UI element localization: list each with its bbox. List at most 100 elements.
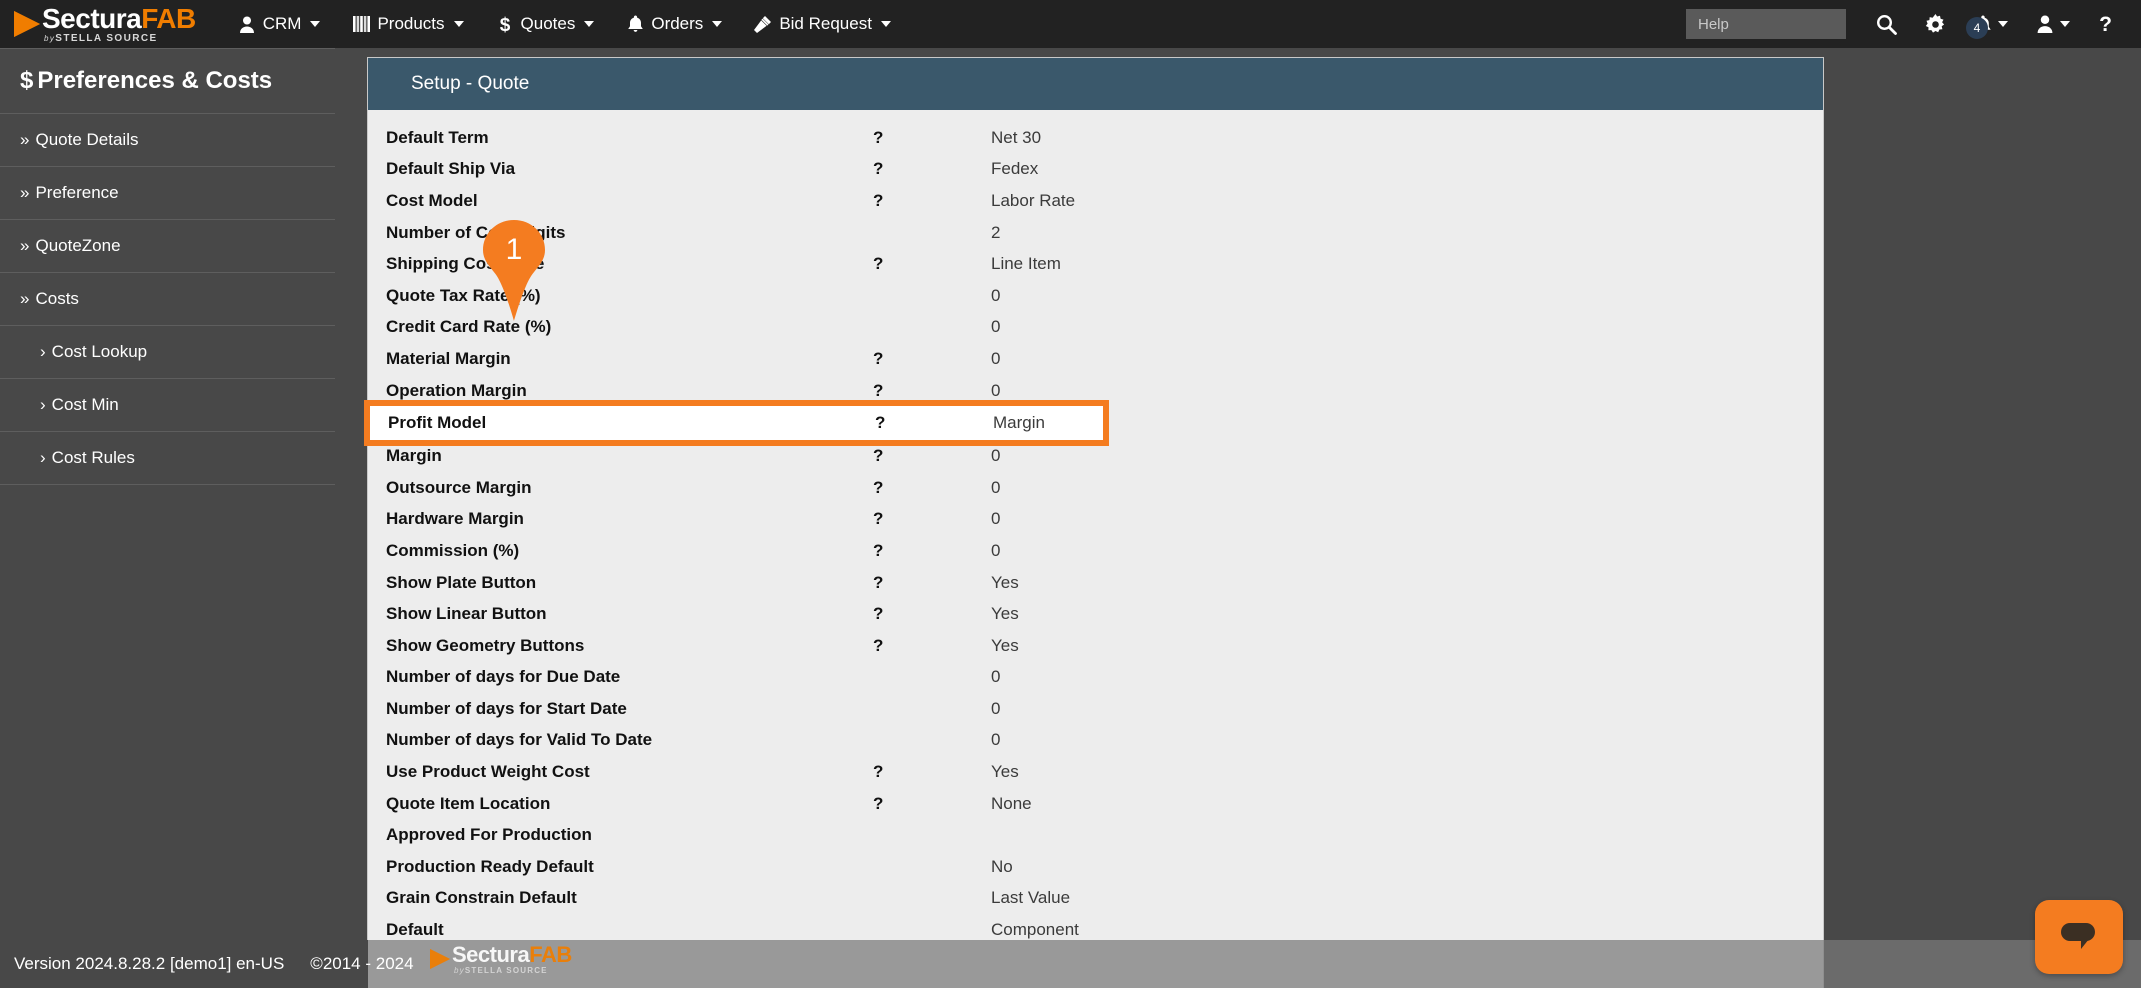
help-question-icon[interactable]: ? [873, 128, 991, 148]
settings-row[interactable]: Show Linear Button?Yes [368, 598, 1823, 630]
help-question-icon[interactable]: ? [873, 446, 991, 466]
settings-row[interactable]: Commission (%)?0 [368, 535, 1823, 567]
settings-row[interactable]: Show Plate Button?Yes [368, 567, 1823, 599]
setting-value: 0 [991, 478, 1000, 498]
settings-row[interactable]: Show Geometry Buttons?Yes [368, 630, 1823, 662]
setting-label: Production Ready Default [368, 857, 873, 877]
settings-row[interactable]: Default Ship Via?Fedex [368, 154, 1823, 186]
settings-row[interactable]: Number of days for Due Date0 [368, 662, 1823, 694]
settings-row[interactable]: Approved For Production [368, 819, 1823, 851]
setting-label: Show Linear Button [368, 604, 873, 624]
settings-row[interactable]: Quote Item Location?None [368, 788, 1823, 820]
settings-row[interactable]: Production Ready DefaultNo [368, 851, 1823, 883]
logo-byline-prefix: by [44, 34, 55, 43]
setting-label: Shipping Cost Type [368, 254, 873, 274]
chevron-right-icon: › [40, 395, 46, 414]
settings-row[interactable]: Credit Card Rate (%)0 [368, 312, 1823, 344]
help-question-icon[interactable]: ? [873, 636, 991, 656]
sidebar-item-cost-min[interactable]: › Cost Min [0, 379, 335, 432]
user-icon [238, 15, 256, 33]
setting-label: Grain Constrain Default [368, 888, 873, 908]
settings-row[interactable]: Material Margin?0 [368, 343, 1823, 375]
top-navigation-bar: SecturaFAB bySTELLA SOURCE CRM Products … [0, 0, 2141, 48]
setting-value: Yes [991, 636, 1019, 656]
help-question-icon[interactable]: ? [873, 541, 991, 561]
help-question-icon[interactable]: ? [873, 604, 991, 624]
help-question-icon[interactable]: ? [873, 381, 991, 401]
settings-row[interactable]: Use Product Weight Cost?Yes [368, 756, 1823, 788]
svg-text:$: $ [499, 15, 510, 34]
help-question-icon[interactable]: ? [873, 509, 991, 529]
help-question-icon[interactable]: ? [873, 254, 991, 274]
logo-text-primary: Sectura [42, 3, 141, 34]
help-question-icon[interactable]: ? [873, 159, 991, 179]
setting-label: Show Plate Button [368, 573, 873, 593]
setting-value: 0 [991, 349, 1000, 369]
sidebar-item-quote-details[interactable]: »Quote Details [0, 114, 335, 167]
dollar-icon: $ [496, 15, 514, 33]
question-icon[interactable]: ? [2084, 14, 2127, 35]
settings-row[interactable]: Cost Model?Labor Rate [368, 185, 1823, 217]
help-search-input[interactable] [1686, 9, 1846, 39]
app-root: SecturaFAB bySTELLA SOURCE CRM Products … [0, 0, 2141, 988]
logo-text-secondary: FAB [141, 3, 196, 34]
setting-value: 0 [991, 541, 1000, 561]
settings-row[interactable]: Default Term?Net 30 [368, 122, 1823, 154]
setting-value: None [991, 794, 1032, 814]
setting-label: Default [368, 920, 873, 940]
settings-row[interactable]: Number of Cost Digits2 [368, 217, 1823, 249]
sidebar-item-quotezone[interactable]: »QuoteZone [0, 220, 335, 273]
app-logo[interactable]: SecturaFAB bySTELLA SOURCE [14, 5, 196, 44]
search-icon[interactable] [1862, 14, 1911, 35]
chevron-down-icon [881, 21, 891, 27]
settings-list: Default Term?Net 30Default Ship Via?Fede… [368, 110, 1823, 946]
settings-row[interactable]: Operation Margin?0 [368, 375, 1823, 407]
setting-label: Number of days for Valid To Date [368, 730, 873, 750]
notifications-bell-icon[interactable]: 4 [1960, 15, 2022, 34]
nav-item-orders-label: Orders [651, 14, 703, 34]
gavel-icon [754, 15, 772, 33]
help-question-icon[interactable]: ? [873, 191, 991, 211]
nav-item-orders[interactable]: Orders [610, 0, 738, 48]
settings-row-highlighted[interactable]: Profit Model?Margin [370, 406, 1103, 440]
settings-row[interactable]: Outsource Margin?0 [368, 472, 1823, 504]
settings-row[interactable]: Margin?0 [368, 440, 1823, 472]
setting-label: Operation Margin [368, 381, 873, 401]
setting-label: Commission (%) [368, 541, 873, 561]
logo-byline: STELLA SOURCE [55, 33, 157, 44]
sidebar-item-preference[interactable]: »Preference [0, 167, 335, 220]
nav-right-group: 4 ? [1686, 0, 2141, 48]
help-question-icon[interactable]: ? [873, 762, 991, 782]
settings-row[interactable]: Shipping Cost Type?Line Item [368, 248, 1823, 280]
help-question-icon[interactable]: ? [873, 349, 991, 369]
sidebar-item-costs[interactable]: »Costs [0, 273, 335, 326]
help-question-icon[interactable]: ? [873, 573, 991, 593]
nav-item-crm[interactable]: CRM [222, 0, 337, 48]
nav-item-bid-request[interactable]: Bid Request [738, 0, 907, 48]
setting-value: 0 [991, 286, 1000, 306]
setting-value: Component [991, 920, 1079, 940]
setting-value: Labor Rate [991, 191, 1075, 211]
user-menu-icon[interactable] [2022, 15, 2084, 33]
setting-label: Profit Model [370, 413, 875, 433]
settings-row[interactable]: Grain Constrain Default Last Value [368, 883, 1823, 915]
settings-row[interactable]: Number of days for Valid To Date0 [368, 725, 1823, 757]
gear-icon[interactable] [1911, 14, 1960, 35]
help-question-icon[interactable]: ? [873, 478, 991, 498]
sidebar-item-label: Quote Details [35, 130, 138, 149]
setting-value: 0 [991, 317, 1000, 337]
nav-item-products[interactable]: Products [336, 0, 479, 48]
setting-label: Default Ship Via [368, 159, 873, 179]
chat-support-button[interactable] [2035, 900, 2123, 974]
settings-row[interactable]: Number of days for Start Date0 [368, 693, 1823, 725]
sidebar-item-cost-rules[interactable]: ›Cost Rules [0, 432, 335, 485]
help-question-icon[interactable]: ? [875, 413, 993, 433]
setting-value: Last Value [991, 888, 1070, 908]
settings-row[interactable]: Quote Tax Rate (%)0 [368, 280, 1823, 312]
settings-row[interactable]: Hardware Margin?0 [368, 504, 1823, 536]
sidebar-item-cost-lookup[interactable]: ›Cost Lookup [0, 326, 335, 379]
sidebar-item-label: Cost Min [52, 395, 119, 414]
svg-text:?: ? [2099, 14, 2112, 35]
nav-item-quotes[interactable]: $ Quotes [480, 0, 611, 48]
help-question-icon[interactable]: ? [873, 794, 991, 814]
